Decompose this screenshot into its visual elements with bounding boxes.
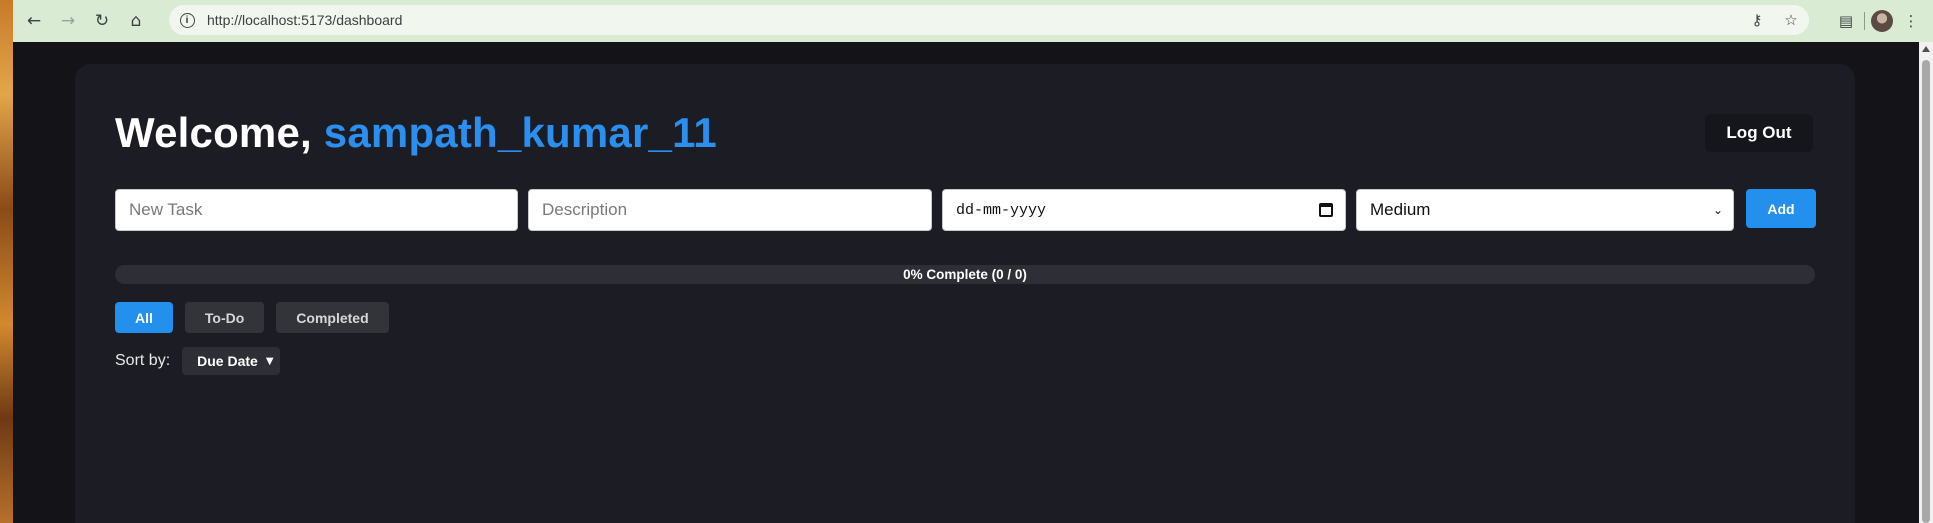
sort-value: Due Date (197, 353, 258, 369)
dashboard-card: Welcome, sampath_kumar_11 Log Out New Ta… (75, 64, 1855, 523)
home-button[interactable]: ⌂ (119, 4, 153, 38)
profile-avatar[interactable] (1871, 10, 1893, 32)
new-task-placeholder: New Task (129, 200, 203, 219)
sort-control: Sort by: Due Date ▼ (115, 347, 280, 375)
toolbar-divider (1864, 12, 1865, 30)
priority-select[interactable]: Medium ⌄ (1356, 189, 1734, 231)
reload-button[interactable]: ↻ (85, 4, 119, 38)
sort-label: Sort by: (115, 352, 171, 369)
page-scrollbar[interactable] (1919, 42, 1933, 523)
calendar-icon[interactable] (1319, 203, 1333, 217)
description-placeholder: Description (542, 200, 628, 219)
reload-icon: ↻ (94, 11, 110, 31)
page-viewport: Welcome, sampath_kumar_11 Log Out New Ta… (13, 42, 1919, 523)
arrow-left-icon: ← (26, 11, 42, 31)
url-text[interactable]: http://localhost:5173/dashboard (207, 12, 402, 28)
filter-tabs: All To-Do Completed (115, 302, 389, 333)
add-task-button[interactable]: Add (1746, 189, 1816, 228)
priority-value: Medium (1370, 200, 1431, 219)
desktop-wallpaper-strip (0, 0, 13, 523)
bookmark-star-icon[interactable]: ☆ (1779, 8, 1803, 32)
sort-select[interactable]: Due Date ▼ (182, 347, 280, 375)
username: sampath_kumar_11 (323, 109, 717, 156)
reading-list-icon[interactable]: ▤ (1834, 9, 1858, 33)
scroll-thumb[interactable] (1922, 60, 1930, 523)
due-date-input[interactable]: dd-mm-yyyy (942, 189, 1346, 231)
home-icon: ⌂ (130, 11, 142, 31)
address-bar[interactable]: i http://localhost:5173/dashboard ⚷ ☆ (169, 5, 1809, 35)
site-info-button[interactable]: i (173, 5, 201, 35)
back-button[interactable]: ← (17, 4, 51, 38)
more-menu-icon[interactable]: ⋮ (1899, 9, 1923, 33)
browser-toolbar: ← → ↻ ⌂ i http://localhost:5173/dashboar… (13, 0, 1933, 42)
page-title: Welcome, sampath_kumar_11 (115, 109, 717, 157)
welcome-text: Welcome, (115, 109, 312, 156)
due-date-value: dd-mm-yyyy (956, 201, 1047, 219)
chevron-down-icon: ▼ (265, 355, 274, 367)
new-task-input[interactable]: New Task (115, 189, 518, 231)
progress-bar: 0% Complete (0 / 0) (115, 265, 1815, 284)
filter-todo-button[interactable]: To-Do (184, 302, 265, 333)
forward-button[interactable]: → (51, 4, 85, 38)
arrow-right-icon: → (60, 11, 76, 31)
progress-text: 0% Complete (0 / 0) (903, 267, 1027, 282)
info-icon: i (179, 12, 195, 28)
chevron-down-icon: ⌄ (1712, 203, 1723, 217)
filter-completed-button[interactable]: Completed (276, 302, 389, 333)
filter-all-button[interactable]: All (115, 302, 173, 333)
scroll-up-icon[interactable] (1922, 46, 1930, 52)
logout-button[interactable]: Log Out (1705, 114, 1813, 152)
description-input[interactable]: Description (528, 189, 932, 231)
password-key-icon[interactable]: ⚷ (1745, 8, 1769, 32)
add-task-form: New Task Description dd-mm-yyyy Medium ⌄… (115, 189, 1816, 231)
